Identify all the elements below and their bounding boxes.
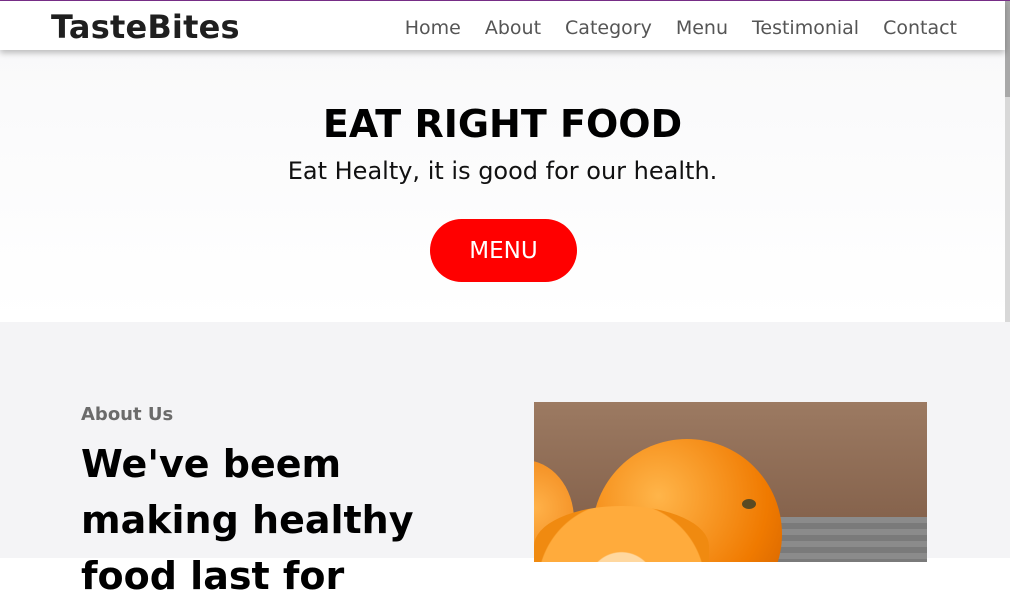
hero-subtitle: Eat Healty, it is good for our health. (287, 157, 718, 185)
nav-link-about[interactable]: About (485, 17, 541, 39)
scrollbar-thumb[interactable] (1005, 1, 1010, 97)
about-section: About Us We've beem making healthy food … (0, 322, 1010, 598)
nav-link-testimonial[interactable]: Testimonial (752, 17, 859, 39)
brand-logo[interactable]: TasteBites (51, 8, 240, 46)
nav-link-home[interactable]: Home (405, 17, 461, 39)
hero-section: EAT RIGHT FOOD Eat Healty, it is good fo… (0, 50, 1005, 322)
nav-link-contact[interactable]: Contact (883, 17, 957, 39)
nav-link-category[interactable]: Category (565, 17, 652, 39)
hero-title: EAT RIGHT FOOD (322, 102, 683, 146)
nav-links: Home About Category Menu Testimonial Con… (405, 17, 957, 39)
about-heading: We've beem making healthy food last for (81, 442, 414, 598)
about-label: About Us (81, 404, 174, 425)
orange-stem (742, 499, 756, 509)
nav-link-menu[interactable]: Menu (676, 17, 728, 39)
menu-button[interactable]: MENU (430, 219, 577, 282)
navbar: TasteBites Home About Category Menu Test… (0, 1, 1005, 50)
oranges-image (534, 402, 927, 562)
